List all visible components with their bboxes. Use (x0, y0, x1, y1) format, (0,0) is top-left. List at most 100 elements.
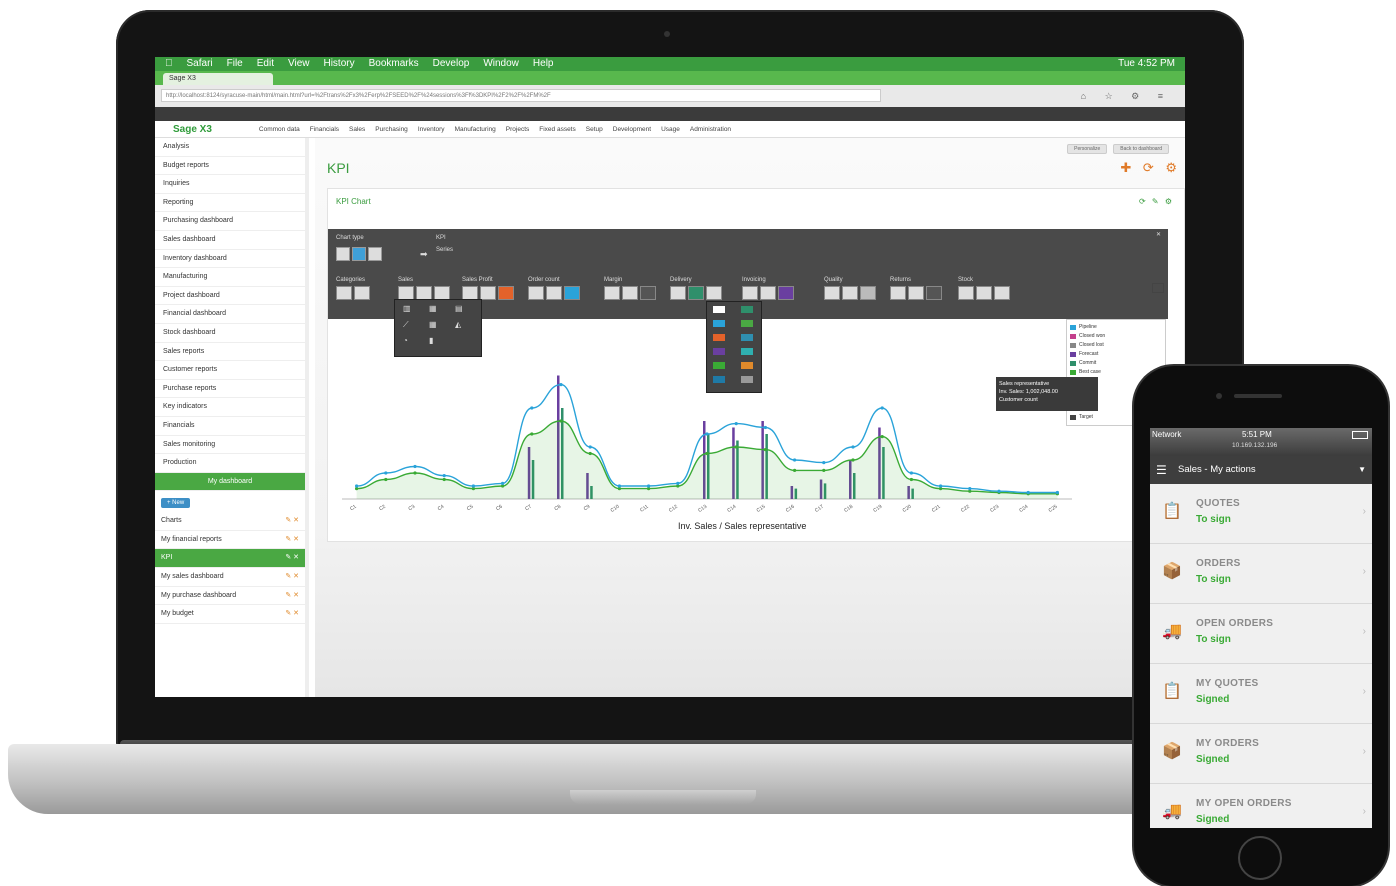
sidebar-item[interactable]: Manufacturing (155, 268, 305, 287)
close-icon[interactable]: ✕ (1156, 231, 1161, 238)
expand-chart-icon[interactable] (1152, 283, 1164, 293)
edit-delete-icons[interactable]: ✎ ✕ (285, 587, 299, 605)
line-chart-icon[interactable]: ⟋ (403, 320, 409, 330)
select-group[interactable] (958, 286, 1010, 300)
color-swatch[interactable] (741, 348, 753, 355)
chart-point[interactable] (705, 451, 709, 456)
chart-point[interactable] (647, 484, 651, 488)
chart-point[interactable] (471, 484, 475, 488)
sidebar-item[interactable]: Inquiries (155, 175, 305, 194)
sidebar-item[interactable]: Purchasing dashboard (155, 212, 305, 231)
chart-point[interactable] (880, 406, 884, 410)
sage-logo[interactable]: Sage X3 (155, 124, 254, 135)
nav-development[interactable]: Development (608, 126, 656, 133)
menu-help[interactable]: Help (533, 57, 554, 71)
sidebar-item[interactable]: Stock dashboard (155, 324, 305, 343)
menu-window[interactable]: Window (483, 57, 519, 71)
menu-safari[interactable]: Safari (187, 57, 213, 71)
menu-bookmarks[interactable]: Bookmarks (369, 57, 419, 71)
chart-point[interactable] (559, 383, 563, 387)
sidebar-item[interactable]: Reporting (155, 194, 305, 213)
list-item-active[interactable]: KPI ✎ ✕ (155, 549, 305, 569)
chart-point[interactable] (442, 477, 446, 482)
chart-point[interactable] (880, 435, 884, 439)
select-group[interactable] (462, 286, 514, 300)
menu-history[interactable]: History (323, 57, 354, 71)
chart-point[interactable] (617, 484, 621, 488)
chart-point[interactable] (588, 451, 592, 456)
sidebar-item[interactable]: Key indicators (155, 398, 305, 417)
edit-delete-icons[interactable]: ✎ ✕ (285, 531, 299, 549)
sidebar-item[interactable]: Sales monitoring (155, 436, 305, 455)
sidebar-item[interactable]: Budget reports (155, 157, 305, 176)
nav-fixed-assets[interactable]: Fixed assets (534, 126, 581, 133)
sidebar-item[interactable]: Purchase reports (155, 380, 305, 399)
chart-point[interactable] (939, 484, 943, 488)
stacked-chart-icon[interactable]: ▤ (455, 304, 463, 313)
list-item[interactable]: My sales dashboard ✎ ✕ (155, 568, 305, 587)
color-swatch[interactable] (713, 306, 725, 313)
nav-usage[interactable]: Usage (656, 126, 685, 133)
menu-develop[interactable]: Develop (433, 57, 470, 71)
chart-point[interactable] (559, 419, 563, 423)
nav-manufacturing[interactable]: Manufacturing (450, 126, 501, 133)
chart-point[interactable] (676, 481, 680, 485)
action-row-orders[interactable]: 📦 ORDERS To sign › (1150, 544, 1372, 604)
select-group[interactable] (528, 286, 580, 300)
nav-inventory[interactable]: Inventory (413, 126, 450, 133)
chart-point[interactable] (763, 448, 767, 452)
select-group[interactable] (336, 286, 370, 300)
menu-edit[interactable]: Edit (257, 57, 274, 71)
nav-common-data[interactable]: Common data (254, 126, 305, 133)
menu-view[interactable]: View (288, 57, 310, 71)
chart-point[interactable] (793, 468, 797, 472)
chart-point[interactable] (734, 422, 738, 426)
action-row-my-quotes[interactable]: 📋 MY QUOTES Signed › (1150, 664, 1372, 724)
legend-item[interactable]: Closed won (1070, 332, 1162, 341)
list-item[interactable]: My financial reports ✎ ✕ (155, 531, 305, 550)
pie-chart-icon[interactable]: ◔ (403, 336, 408, 345)
sidebar-item[interactable]: Financials (155, 417, 305, 436)
hamburger-menu-icon[interactable]: ☰ (1156, 456, 1167, 484)
select-group[interactable] (398, 286, 450, 300)
legend-item[interactable]: Commit (1070, 359, 1162, 368)
chart-point[interactable] (705, 432, 709, 436)
select-group[interactable] (824, 286, 876, 300)
chart-point[interactable] (413, 471, 417, 475)
sidebar-scrollbar[interactable] (305, 138, 309, 697)
nav-purchasing[interactable]: Purchasing (370, 126, 413, 133)
chart-point[interactable] (530, 406, 534, 410)
color-swatch[interactable] (713, 320, 725, 327)
personalize-button[interactable]: Personalize (1067, 144, 1108, 154)
color-swatch[interactable] (741, 320, 753, 327)
chart-point[interactable] (763, 425, 767, 430)
sidebar-item[interactable]: Production (155, 454, 305, 473)
browser-action-icons[interactable]: ⌂ ☆ ⚙ ≡ (1081, 91, 1171, 102)
panel-tool-icons[interactable]: ⟳ ✎ ⚙ (1139, 197, 1174, 206)
nav-administration[interactable]: Administration (685, 126, 736, 133)
page-tool-icons[interactable]: ✚ ⟳ ⚙ (1120, 160, 1181, 176)
chart-point[interactable] (1055, 490, 1059, 495)
sidebar-item[interactable]: Customer reports (155, 361, 305, 380)
apple-icon[interactable]:  (165, 57, 173, 71)
chevron-down-icon[interactable]: ▼ (1358, 456, 1366, 484)
column-chart-icon[interactable]: ▦ (429, 304, 437, 313)
new-button[interactable]: + New (161, 498, 191, 509)
color-swatch[interactable] (713, 348, 725, 355)
sidebar-item[interactable]: Project dashboard (155, 287, 305, 306)
nav-financials[interactable]: Financials (305, 126, 344, 133)
legend-item[interactable]: Pipeline (1070, 323, 1162, 332)
chart-point[interactable] (822, 468, 826, 472)
chart-type-column-button[interactable] (352, 247, 366, 261)
chart-point[interactable] (355, 484, 359, 488)
legend-item[interactable]: Closed lost (1070, 341, 1162, 350)
select-group[interactable] (742, 286, 794, 300)
edit-delete-icons[interactable]: ✎ ✕ (285, 568, 299, 586)
color-swatch[interactable] (741, 334, 753, 341)
list-item[interactable]: My budget ✎ ✕ (155, 605, 305, 624)
gauge-chart-icon[interactable]: ▮ (429, 336, 433, 345)
chart-point[interactable] (501, 481, 505, 485)
chart-type-dropdown[interactable]: ▥ ▦ ▤ ⟋ ▦ ◭ ◔ ▮ (394, 299, 482, 357)
chart-point[interactable] (588, 445, 592, 449)
chart-point[interactable] (413, 464, 417, 469)
